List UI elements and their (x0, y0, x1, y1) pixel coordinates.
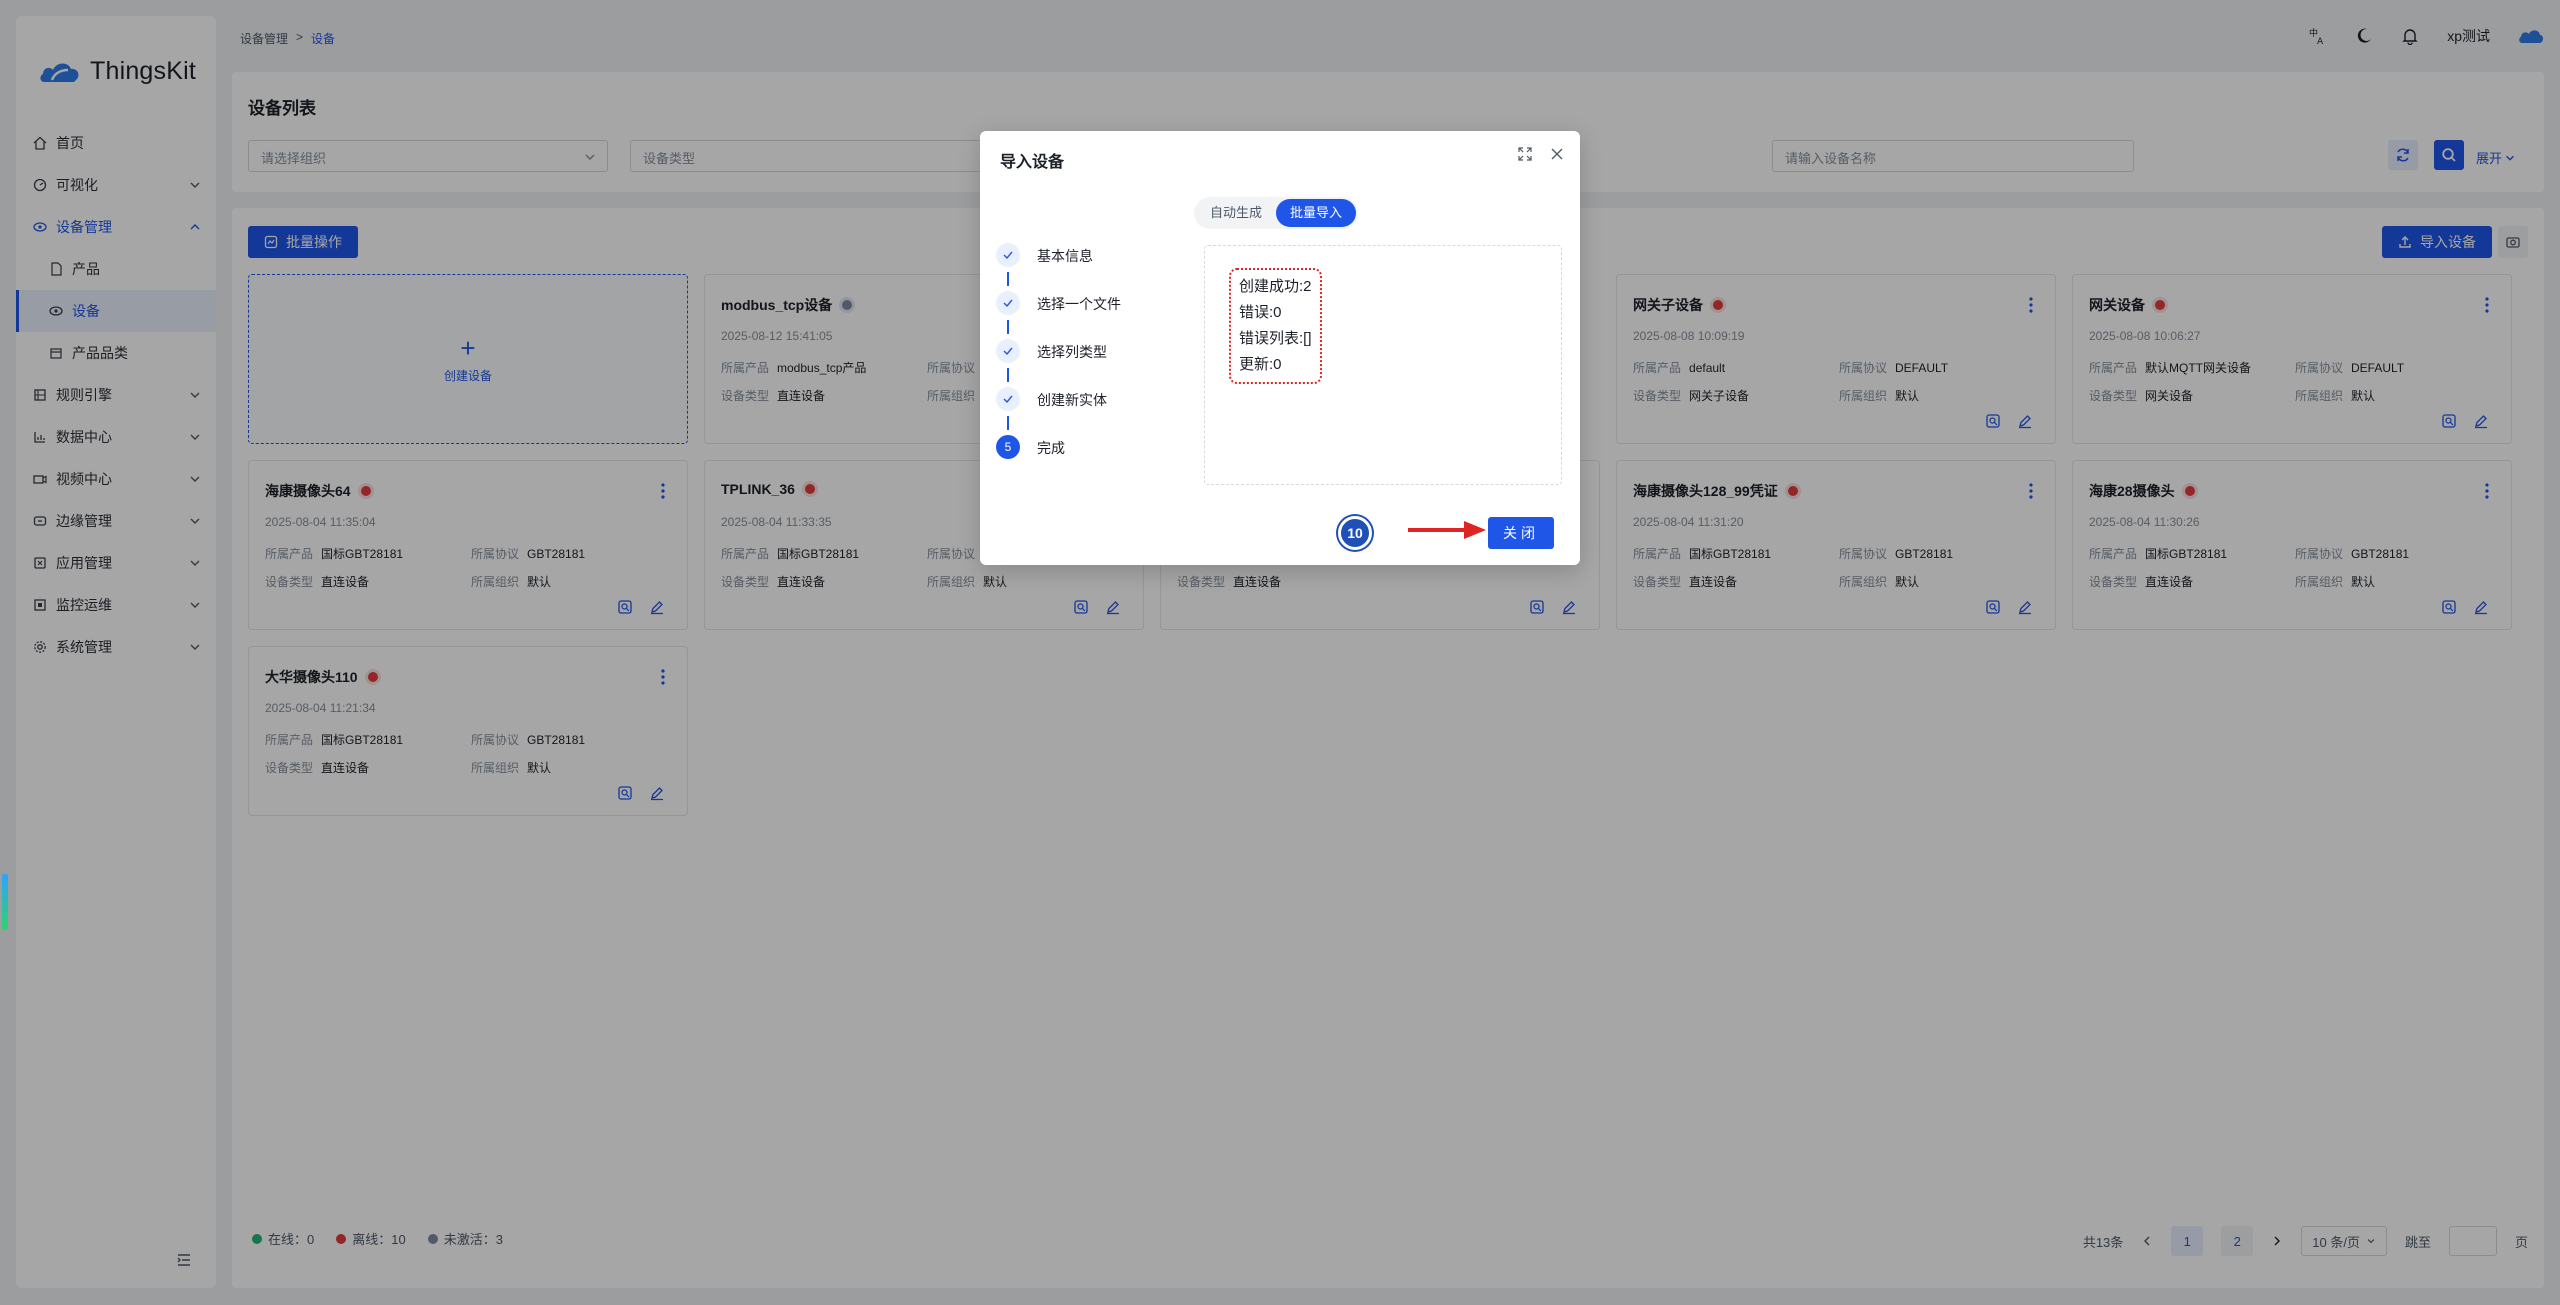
step-connector (1007, 320, 1009, 334)
step-select-column-type: 选择列类型 (996, 339, 1121, 387)
close-icon[interactable] (1550, 147, 1564, 161)
import-steps: 基本信息 选择一个文件 选择列类型 创建新实体 5 完成 (996, 243, 1121, 483)
fullscreen-icon[interactable] (1518, 147, 1532, 161)
result-error-list: 错误列表:[] (1239, 330, 1312, 347)
side-handle[interactable] (2, 874, 8, 930)
result-errors: 错误:0 (1239, 304, 1282, 321)
modal-header-actions (1518, 147, 1564, 161)
step-label: 选择一个文件 (1037, 296, 1121, 312)
step-label: 基本信息 (1037, 248, 1093, 264)
arrow-right-icon (1408, 521, 1486, 539)
step-annotation-badge: 10 (1338, 516, 1372, 550)
step-connector (1007, 368, 1009, 382)
step-done: 5 完成 (996, 435, 1121, 483)
step-basic-info: 基本信息 (996, 243, 1121, 291)
step-connector (1007, 272, 1009, 286)
step-label: 选择列类型 (1037, 344, 1107, 360)
step-number: 5 (996, 435, 1020, 459)
step-create-entity: 创建新实体 (996, 387, 1121, 435)
close-button[interactable]: 关闭 (1488, 517, 1554, 549)
check-icon (996, 387, 1020, 411)
import-mode-toggle: 自动生成 批量导入 (1194, 197, 1359, 229)
check-icon (996, 291, 1020, 315)
tab-batch-import[interactable]: 批量导入 (1276, 199, 1357, 227)
import-result-highlight: 创建成功:2 错误:0 错误列表:[] 更新:0 (1229, 268, 1322, 384)
result-updated: 更新:0 (1239, 356, 1282, 373)
step-connector (1007, 416, 1009, 430)
check-icon (996, 339, 1020, 363)
step-label: 完成 (1037, 440, 1065, 456)
modal-title: 导入设备 (1000, 154, 1065, 171)
import-result-box: 创建成功:2 错误:0 错误列表:[] 更新:0 (1204, 245, 1562, 485)
result-created: 创建成功:2 (1239, 278, 1312, 295)
import-device-modal: 导入设备 自动生成 批量导入 基本信息 选择一个文件 选择列类型 创建新实体 5… (980, 131, 1580, 565)
check-icon (996, 243, 1020, 267)
step-label: 创建新实体 (1037, 392, 1107, 408)
step-select-file: 选择一个文件 (996, 291, 1121, 339)
tab-auto-generate[interactable]: 自动生成 (1196, 199, 1276, 227)
